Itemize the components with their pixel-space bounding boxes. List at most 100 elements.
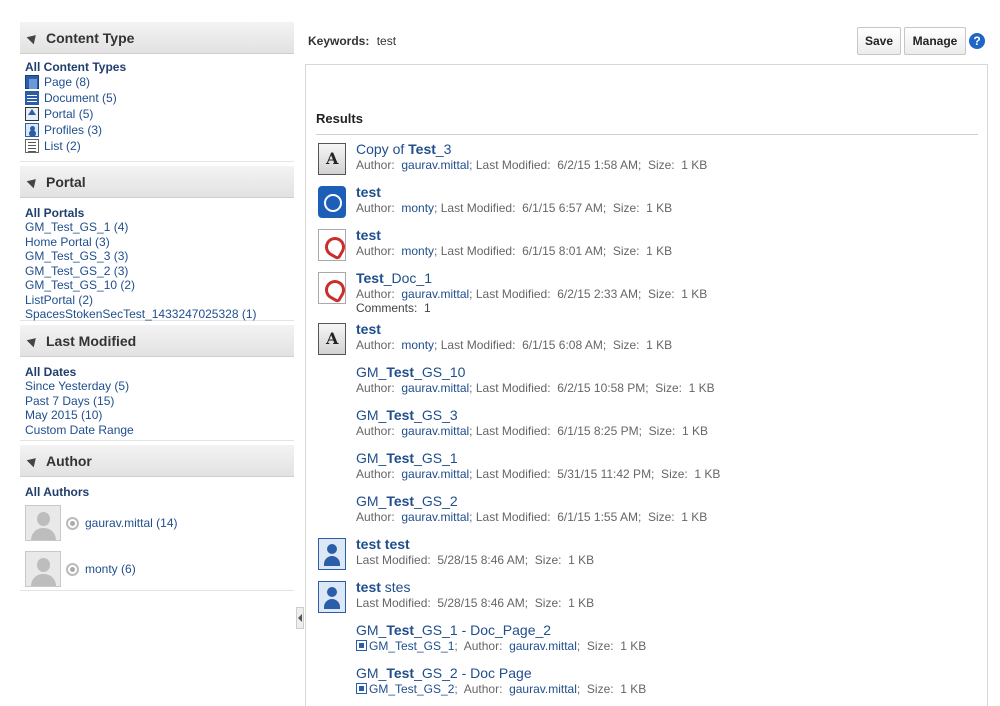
- facet-item-portal[interactable]: Home Portal (3): [25, 235, 289, 250]
- collapse-triangle-icon[interactable]: [26, 334, 40, 347]
- title-text: GM_: [356, 407, 387, 423]
- text-document-icon[interactable]: [318, 323, 346, 355]
- facet-item-date[interactable]: Since Yesterday (5): [25, 379, 289, 394]
- facet-label[interactable]: Profiles: [44, 122, 84, 138]
- meta-link[interactable]: GM_Test_GS_2: [369, 682, 454, 696]
- panel-collapse-handle[interactable]: [296, 607, 304, 629]
- profile-icon[interactable]: [318, 581, 346, 613]
- globe-icon[interactable]: [318, 186, 346, 218]
- meta-link[interactable]: gaurav.mittal: [401, 381, 469, 395]
- meta-link[interactable]: gaurav.mittal: [401, 424, 469, 438]
- all-portals[interactable]: All Portals: [25, 206, 289, 220]
- result-title-link[interactable]: GM_Test_GS_1: [356, 450, 458, 466]
- author-item[interactable]: monty (6): [25, 549, 289, 589]
- result-title-link[interactable]: GM_Test_GS_1 - Doc_Page_2: [356, 622, 551, 638]
- result-title-link[interactable]: Copy of Test_3: [356, 141, 451, 157]
- result-title-link[interactable]: test: [356, 321, 381, 337]
- facet-item-portal[interactable]: GM_Test_GS_1 (4): [25, 220, 289, 235]
- facet-item-portal[interactable]: GM_Test_GS_3 (3): [25, 249, 289, 264]
- meta-link[interactable]: monty: [401, 244, 434, 258]
- portal-page-icon[interactable]: [318, 409, 346, 441]
- facet-item-date[interactable]: Past 7 Days (15): [25, 394, 289, 409]
- document-pages-icon[interactable]: [318, 667, 346, 699]
- meta-link[interactable]: GM_Test_GS_1: [369, 639, 454, 653]
- collapse-triangle-icon[interactable]: [26, 175, 40, 188]
- facet-label[interactable]: May 2015: [25, 408, 78, 422]
- facet-item-profiles[interactable]: Profiles (3): [25, 122, 289, 138]
- facet-label[interactable]: GM_Test_GS_3: [25, 249, 110, 263]
- avatar[interactable]: [25, 551, 61, 587]
- meta-text: Author:: [356, 244, 402, 258]
- author-item[interactable]: gaurav.mittal (14): [25, 503, 289, 543]
- save-button[interactable]: Save: [857, 27, 901, 55]
- facet-label[interactable]: Custom Date Range: [25, 423, 134, 437]
- pdf-icon[interactable]: [318, 229, 346, 261]
- facet-label[interactable]: Document: [44, 90, 99, 106]
- keywords-value: test: [376, 34, 397, 48]
- document-pages-icon[interactable]: [318, 624, 346, 656]
- facet-item-portal[interactable]: ListPortal (2): [25, 293, 289, 308]
- result-title-link[interactable]: Test_Doc_1: [356, 270, 432, 286]
- result-title-link[interactable]: test stes: [356, 579, 410, 595]
- result-title-link[interactable]: GM_Test_GS_10: [356, 364, 465, 380]
- facet-label[interactable]: List: [44, 138, 63, 154]
- portal-header[interactable]: Portal: [20, 166, 294, 198]
- facet-label[interactable]: GM_Test_GS_2: [25, 264, 110, 278]
- facet-item-portal[interactable]: SpacesStokenSecTest_1433247025328 (1): [25, 307, 289, 322]
- all-content-types[interactable]: All Content Types: [25, 60, 289, 74]
- result-title-link[interactable]: test: [356, 227, 381, 243]
- author-name[interactable]: gaurav.mittal: [85, 516, 153, 530]
- all-dates[interactable]: All Dates: [25, 365, 289, 379]
- meta-link[interactable]: gaurav.mittal: [401, 510, 469, 524]
- pdf-icon[interactable]: [318, 272, 346, 304]
- facet-label[interactable]: Home Portal: [25, 235, 92, 249]
- content-type-header[interactable]: Content Type: [20, 22, 294, 54]
- comments-count[interactable]: Comments: 1: [356, 301, 431, 315]
- collapse-triangle-icon[interactable]: [26, 454, 40, 467]
- manage-button[interactable]: Manage: [904, 27, 966, 55]
- last-modified-header[interactable]: Last Modified: [20, 325, 294, 357]
- portal-page-icon[interactable]: [318, 366, 346, 398]
- title-highlight: test test: [356, 536, 410, 552]
- profile-icon[interactable]: [318, 538, 346, 570]
- result-meta: Last Modified: 5/28/15 8:46 AM; Size: 1 …: [356, 553, 594, 567]
- result-title-link[interactable]: GM_Test_GS_3: [356, 407, 458, 423]
- result-title-link[interactable]: GM_Test_GS_2 - Doc Page: [356, 665, 532, 681]
- facet-item-list[interactable]: List (2): [25, 138, 289, 154]
- facet-label[interactable]: Since Yesterday: [25, 379, 111, 393]
- facet-item-portal[interactable]: Portal (5): [25, 106, 289, 122]
- meta-link[interactable]: gaurav.mittal: [401, 158, 469, 172]
- result-title-link[interactable]: test test: [356, 536, 410, 552]
- result-title-link[interactable]: GM_Test_GS_2: [356, 493, 458, 509]
- portal-page-icon[interactable]: [318, 452, 346, 484]
- facet-item-date[interactable]: May 2015 (10): [25, 408, 289, 423]
- facet-label[interactable]: Page: [44, 74, 72, 90]
- portal-page-icon[interactable]: [318, 495, 346, 527]
- facet-label[interactable]: GM_Test_GS_10: [25, 278, 117, 292]
- result-title-link[interactable]: test: [356, 184, 381, 200]
- author-name[interactable]: monty: [85, 562, 118, 576]
- facet-item-page[interactable]: Page (8): [25, 74, 289, 90]
- facet-label[interactable]: Past 7 Days: [25, 394, 90, 408]
- facet-item-portal[interactable]: GM_Test_GS_2 (3): [25, 264, 289, 279]
- help-icon[interactable]: ?: [969, 33, 985, 49]
- facet-label[interactable]: GM_Test_GS_1: [25, 220, 110, 234]
- facet-count: (15): [93, 393, 115, 408]
- facet-item-portal[interactable]: GM_Test_GS_10 (2): [25, 278, 289, 293]
- meta-link[interactable]: monty: [401, 201, 434, 215]
- facet-label[interactable]: SpacesStokenSecTest_1433247025328: [25, 307, 239, 321]
- facet-label[interactable]: ListPortal: [25, 293, 75, 307]
- facet-label[interactable]: Portal: [44, 106, 75, 122]
- meta-link[interactable]: gaurav.mittal: [509, 682, 577, 696]
- text-document-icon[interactable]: [318, 143, 346, 175]
- facet-item-document[interactable]: Document (5): [25, 90, 289, 106]
- meta-link[interactable]: gaurav.mittal: [401, 287, 469, 301]
- collapse-triangle-icon[interactable]: [26, 31, 40, 44]
- facet-item-date[interactable]: Custom Date Range: [25, 423, 289, 438]
- meta-link[interactable]: gaurav.mittal: [401, 467, 469, 481]
- meta-link[interactable]: monty: [401, 338, 434, 352]
- all-authors[interactable]: All Authors: [25, 485, 289, 499]
- meta-link[interactable]: gaurav.mittal: [509, 639, 577, 653]
- author-header[interactable]: Author: [20, 445, 294, 477]
- avatar[interactable]: [25, 505, 61, 541]
